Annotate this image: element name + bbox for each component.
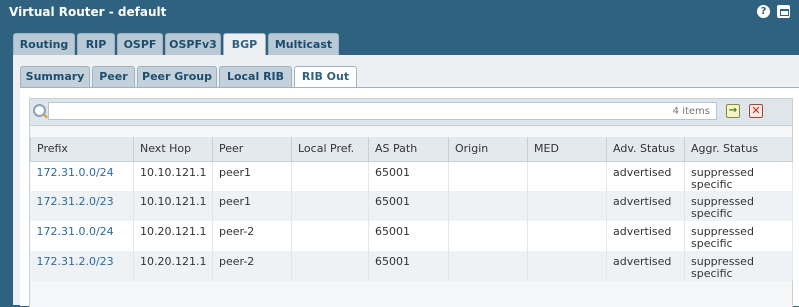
peer-cell: peer-2 [212,221,292,251]
med-cell [527,251,607,281]
prefix-cell[interactable]: 172.31.2.0/23 [30,191,134,221]
tab-multicast[interactable]: Multicast [268,33,339,55]
tab-rib-out[interactable]: RIB Out [294,66,357,89]
aggr-status-cell: suppressed specific [684,251,793,281]
column-header-as-path[interactable]: AS Path [368,137,449,162]
med-cell [527,191,607,221]
column-header-peer[interactable]: Peer [212,137,292,162]
title-bar: Virtual Router - default ? [0,0,799,26]
table-row[interactable]: 172.31.2.0/23 10.20.121.1 peer-2 65001 a… [30,251,793,281]
column-header-next-hop[interactable]: Next Hop [133,137,213,162]
rib-out-table: Prefix Next Hop Peer Local Pref. AS Path… [30,137,793,281]
adv-status-cell: advertised [606,191,685,221]
clear-filter-icon[interactable]: ✕ [749,104,763,118]
aggr-status-cell: suppressed specific [684,191,793,221]
column-header-local-pref[interactable]: Local Pref. [291,137,369,162]
tab-routing[interactable]: Routing [13,33,75,55]
table-header-row: Prefix Next Hop Peer Local Pref. AS Path… [30,137,793,162]
tab-ospfv3[interactable]: OSPFv3 [165,33,221,55]
rib-out-content: 4 items → ✕ Prefix Next Hop Peer Local P… [20,87,799,307]
next-hop-cell: 10.20.121.1 [133,251,213,281]
tab-rip[interactable]: RIP [77,33,115,55]
tab-peer-group[interactable]: Peer Group [137,66,217,87]
table-row[interactable]: 172.31.0.0/24 10.10.121.1 peer1 65001 ad… [30,161,793,191]
origin-cell [448,161,528,191]
rib-out-grid: 4 items → ✕ Prefix Next Hop Peer Local P… [29,98,793,307]
adv-status-cell: advertised [606,251,685,281]
window-title: Virtual Router - default [9,5,167,19]
as-path-cell: 65001 [368,191,449,221]
help-icon[interactable]: ? [757,5,770,18]
apply-filter-icon[interactable]: → [726,104,740,118]
tab-summary[interactable]: Summary [20,66,90,87]
local-pref-cell [291,191,369,221]
med-cell [527,161,607,191]
aggr-status-cell: suppressed specific [684,221,793,251]
column-header-aggr-status[interactable]: Aggr. Status [684,137,793,162]
local-pref-cell [291,161,369,191]
as-path-cell: 65001 [368,221,449,251]
bgp-panel: Summary Peer Peer Group Local RIB RIB Ou… [13,55,799,307]
local-pref-cell [291,251,369,281]
item-count: 4 items [672,106,710,117]
filter-input[interactable] [48,102,717,120]
virtual-router-window: Virtual Router - default ? Routing RIP O… [0,0,799,307]
search-icon [33,104,46,117]
adv-status-cell: advertised [606,221,685,251]
peer-cell: peer-2 [212,251,292,281]
filter-toolbar: 4 items → ✕ [30,99,792,126]
peer-cell: peer1 [212,191,292,221]
origin-cell [448,251,528,281]
next-hop-cell: 10.20.121.1 [133,221,213,251]
tab-bgp[interactable]: BGP [223,33,266,57]
table-row[interactable]: 172.31.0.0/24 10.20.121.1 peer-2 65001 a… [30,221,793,251]
next-hop-cell: 10.10.121.1 [133,191,213,221]
prefix-cell[interactable]: 172.31.0.0/24 [30,161,134,191]
prefix-cell[interactable]: 172.31.0.0/24 [30,221,134,251]
maximize-icon[interactable] [777,5,790,18]
tab-peer[interactable]: Peer [92,66,135,87]
tab-local-rib[interactable]: Local RIB [219,66,292,87]
local-pref-cell [291,221,369,251]
aggr-status-cell: suppressed specific [684,161,793,191]
column-header-adv-status[interactable]: Adv. Status [606,137,685,162]
tab-ospf[interactable]: OSPF [117,33,163,55]
prefix-cell[interactable]: 172.31.2.0/23 [30,251,134,281]
column-header-med[interactable]: MED [527,137,607,162]
origin-cell [448,221,528,251]
column-header-prefix[interactable]: Prefix [30,137,134,162]
med-cell [527,221,607,251]
as-path-cell: 65001 [368,161,449,191]
origin-cell [448,191,528,221]
next-hop-cell: 10.10.121.1 [133,161,213,191]
table-row[interactable]: 172.31.2.0/23 10.10.121.1 peer1 65001 ad… [30,191,793,221]
adv-status-cell: advertised [606,161,685,191]
peer-cell: peer1 [212,161,292,191]
column-header-origin[interactable]: Origin [448,137,528,162]
as-path-cell: 65001 [368,251,449,281]
